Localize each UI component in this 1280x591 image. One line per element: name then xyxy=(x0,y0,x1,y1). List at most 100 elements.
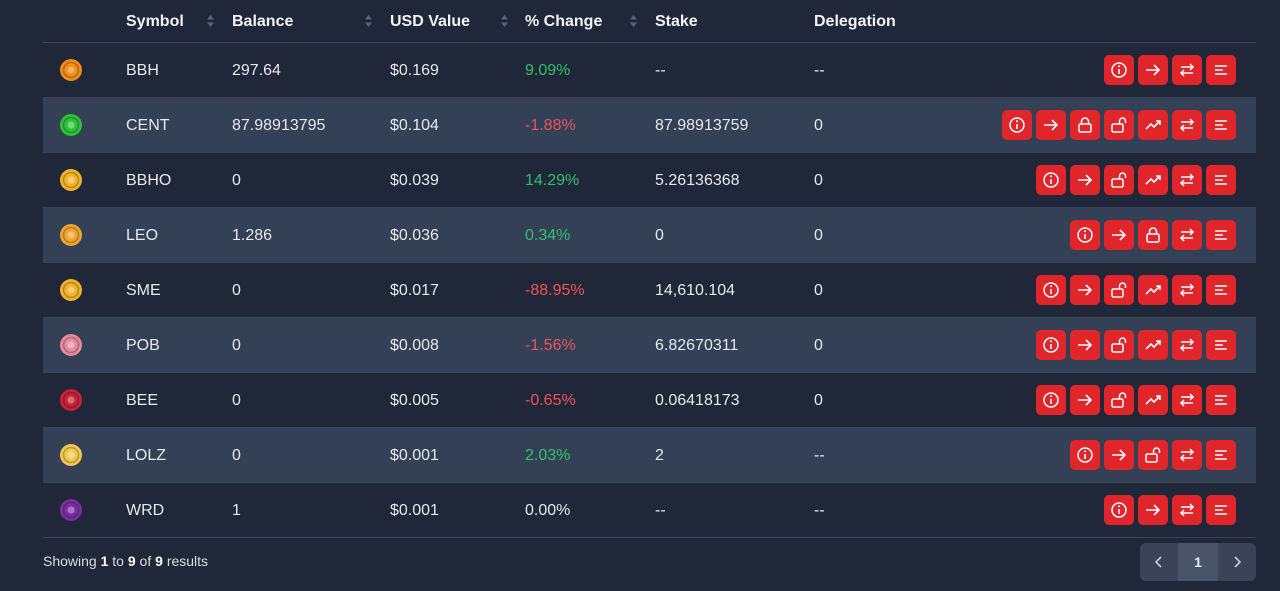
cell-change: -1.88% xyxy=(525,117,576,134)
swap-button[interactable] xyxy=(1172,55,1202,85)
info-button[interactable] xyxy=(1104,495,1134,525)
sort-icon[interactable] xyxy=(629,14,638,28)
sort-icon[interactable] xyxy=(206,14,215,28)
cell-delegation: 0 xyxy=(814,392,823,409)
cell-change: 0.00% xyxy=(525,502,571,519)
cell-balance: 1 xyxy=(232,502,241,519)
bbho-token-icon xyxy=(59,168,83,192)
stake-button[interactable] xyxy=(1138,275,1168,305)
swap-button[interactable] xyxy=(1172,275,1202,305)
header-symbol[interactable]: Symbol xyxy=(126,0,184,42)
info-button[interactable] xyxy=(1036,385,1066,415)
info-button[interactable] xyxy=(1104,55,1134,85)
unlock-button[interactable] xyxy=(1104,275,1134,305)
stake-chart-icon xyxy=(1145,285,1161,295)
swap-button[interactable] xyxy=(1172,440,1202,470)
row-actions xyxy=(1070,440,1236,470)
transfer-button[interactable] xyxy=(1138,495,1168,525)
details-button[interactable] xyxy=(1206,220,1236,250)
cell-delegation: 0 xyxy=(814,117,823,134)
transfer-button[interactable] xyxy=(1070,165,1100,195)
prev-page-button[interactable] xyxy=(1140,543,1178,581)
table-footer: Showing 1 to 9 of 9 results 1 xyxy=(43,543,1256,581)
next-page-button[interactable] xyxy=(1218,543,1256,581)
lolz-token-icon xyxy=(59,443,83,467)
info-button[interactable] xyxy=(1070,220,1100,250)
chevron-left-icon xyxy=(1154,556,1162,568)
sort-icon[interactable] xyxy=(500,14,509,28)
info-icon xyxy=(1077,447,1093,463)
details-button[interactable] xyxy=(1206,165,1236,195)
transfer-button[interactable] xyxy=(1070,385,1100,415)
lock-icon xyxy=(1078,117,1092,133)
cell-change: 0.34% xyxy=(525,227,571,244)
info-button[interactable] xyxy=(1002,110,1032,140)
cell-usd-value: $0.001 xyxy=(390,447,439,464)
info-button[interactable] xyxy=(1070,440,1100,470)
lock-button[interactable] xyxy=(1070,110,1100,140)
details-button[interactable] xyxy=(1206,275,1236,305)
cell-change: -88.95% xyxy=(525,282,585,299)
cell-delegation: -- xyxy=(814,502,825,519)
transfer-button[interactable] xyxy=(1138,55,1168,85)
page-button-current[interactable]: 1 xyxy=(1178,543,1218,581)
cell-usd-value: $0.169 xyxy=(390,62,439,79)
details-button[interactable] xyxy=(1206,495,1236,525)
stake-button[interactable] xyxy=(1138,165,1168,195)
unlock-button[interactable] xyxy=(1104,110,1134,140)
table-header: Symbol Balance USD Value % Change Stake … xyxy=(43,0,1256,43)
lock-icon xyxy=(1146,227,1160,243)
cell-symbol: BBH xyxy=(126,62,159,79)
sort-icon[interactable] xyxy=(364,14,373,28)
cell-balance: 0 xyxy=(232,337,241,354)
table-row: BEE 0 $0.005 -0.65% 0.06418173 0 xyxy=(43,373,1256,428)
unlock-button[interactable] xyxy=(1104,330,1134,360)
results-label: results xyxy=(166,553,209,569)
details-icon xyxy=(1215,175,1227,185)
row-actions xyxy=(1036,165,1236,195)
details-button[interactable] xyxy=(1206,55,1236,85)
info-button[interactable] xyxy=(1036,330,1066,360)
info-icon xyxy=(1043,172,1059,188)
unlock-button[interactable] xyxy=(1138,440,1168,470)
details-button[interactable] xyxy=(1206,440,1236,470)
row-actions xyxy=(1036,385,1236,415)
table-row: BBHO 0 $0.039 14.29% 5.26136368 0 xyxy=(43,153,1256,208)
header-usd-value[interactable]: USD Value xyxy=(390,0,470,42)
swap-button[interactable] xyxy=(1172,330,1202,360)
lock-button[interactable] xyxy=(1138,220,1168,250)
swap-button[interactable] xyxy=(1172,110,1202,140)
info-button[interactable] xyxy=(1036,275,1066,305)
range-from: 1 xyxy=(100,553,109,569)
details-button[interactable] xyxy=(1206,330,1236,360)
info-button[interactable] xyxy=(1036,165,1066,195)
details-button[interactable] xyxy=(1206,110,1236,140)
stake-button[interactable] xyxy=(1138,110,1168,140)
swap-button[interactable] xyxy=(1172,495,1202,525)
swap-button[interactable] xyxy=(1172,385,1202,415)
header-balance[interactable]: Balance xyxy=(232,0,293,42)
table-row: SME 0 $0.017 -88.95% 14,610.104 0 xyxy=(43,263,1256,318)
details-button[interactable] xyxy=(1206,385,1236,415)
stake-button[interactable] xyxy=(1138,385,1168,415)
transfer-button[interactable] xyxy=(1070,275,1100,305)
header-change[interactable]: % Change xyxy=(525,0,602,42)
cell-symbol: BEE xyxy=(126,392,159,409)
swap-button[interactable] xyxy=(1172,165,1202,195)
details-icon xyxy=(1215,340,1227,350)
cell-change: -0.65% xyxy=(525,392,576,409)
transfer-button[interactable] xyxy=(1104,220,1134,250)
transfer-button[interactable] xyxy=(1070,330,1100,360)
transfer-button[interactable] xyxy=(1104,440,1134,470)
swap-button[interactable] xyxy=(1172,220,1202,250)
cell-balance: 0 xyxy=(232,172,241,189)
unlock-button[interactable] xyxy=(1104,385,1134,415)
row-actions xyxy=(1070,220,1236,250)
transfer-icon xyxy=(1078,394,1093,406)
transfer-button[interactable] xyxy=(1036,110,1066,140)
unlock-button[interactable] xyxy=(1104,165,1134,195)
swap-icon xyxy=(1179,63,1195,77)
stake-button[interactable] xyxy=(1138,330,1168,360)
cell-symbol: CENT xyxy=(126,117,170,134)
details-icon xyxy=(1215,65,1227,75)
